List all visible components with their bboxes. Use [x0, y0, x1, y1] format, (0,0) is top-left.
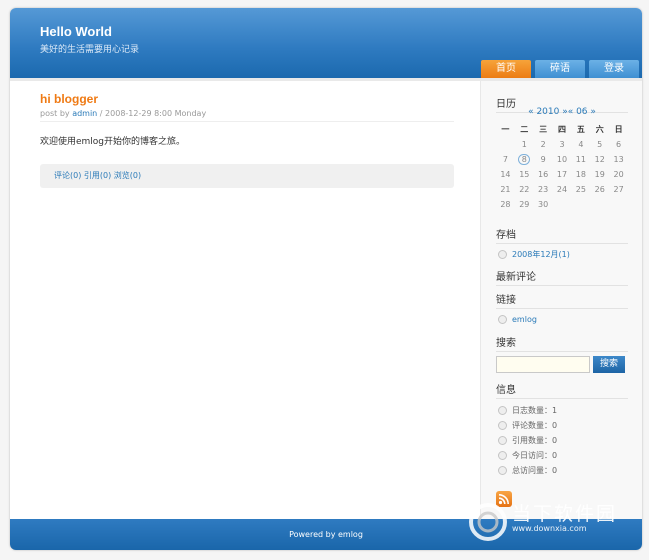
bullet-icon — [498, 406, 507, 415]
bullet-icon — [498, 436, 507, 445]
calendar-day: 29 — [519, 200, 530, 209]
bullet-icon — [498, 466, 507, 475]
calendar-day: 8 — [515, 152, 534, 167]
calendar-day: 25 — [575, 185, 586, 194]
info-item: 日志数量：1 — [498, 405, 557, 416]
calendar-day: 27 — [613, 185, 624, 194]
calendar-day: 2 — [540, 140, 546, 149]
links-title: 链接 — [496, 291, 628, 309]
calendar-grid: 一二三四五六日 1 2 3 4 5 6 7 8 9 10 11 12 13 14 15 16 17 18 19 20 21… — [496, 122, 628, 212]
calendar-weekday: 三 — [539, 125, 548, 134]
watermark-url: www.downxia.com — [512, 524, 587, 533]
archive-title: 存档 — [496, 226, 628, 244]
calendar-day: 28 — [500, 200, 511, 209]
search-input[interactable] — [496, 356, 590, 373]
watermark-logo-icon — [469, 503, 507, 541]
search-title: 搜索 — [496, 334, 628, 352]
footer-text: Powered by emlog — [289, 530, 363, 539]
views-link[interactable]: 浏览(0) — [114, 171, 141, 180]
calendar-day: 3 — [559, 140, 565, 149]
calendar-day: 16 — [538, 170, 549, 179]
post-title[interactable]: hi blogger — [40, 92, 454, 106]
calendar-day: 21 — [500, 185, 511, 194]
calendar-day — [496, 137, 515, 152]
post-meta-prefix: post by — [40, 109, 73, 118]
calendar-weekday: 日 — [614, 125, 623, 134]
info-item-label: 日志数量：1 — [512, 406, 558, 415]
info-item-label: 评论数量：0 — [512, 421, 558, 430]
calendar-day: 13 — [613, 155, 624, 164]
calendar-day: 9 — [540, 155, 546, 164]
site-header: Hello World 美好的生活需要用心记录 首页 碎语 登录 — [10, 8, 642, 80]
calendar-day: 14 — [500, 170, 511, 179]
calendar-weekday: 五 — [576, 125, 585, 134]
trackbacks-link[interactable]: 引用(0) — [84, 171, 111, 180]
post-meta-date: / 2008-12-29 8:00 Monday — [97, 109, 207, 118]
info-item: 今日访问：0 — [498, 450, 557, 461]
post-meta: post by admin / 2008-12-29 8:00 Monday — [40, 109, 454, 122]
calendar-day: 1 — [521, 140, 527, 149]
info-item-label: 总访问量：0 — [512, 466, 558, 475]
search-button[interactable]: 搜索 — [593, 356, 625, 373]
calendar-day: 26 — [594, 185, 605, 194]
calendar-day: 22 — [519, 185, 530, 194]
calendar-day — [609, 197, 628, 212]
bullet-icon — [498, 315, 507, 324]
nav-tab-login[interactable]: 登录 — [589, 60, 639, 78]
main-content: hi blogger post by admin / 2008-12-29 8:… — [40, 92, 454, 188]
sidebar: 日历 « 2010 »« 06 » 一二三四五六日 1 2 3 4 5 6 7 8 9 10 11 12… — [480, 81, 642, 519]
bullet-icon — [498, 451, 507, 460]
calendar-day: 6 — [616, 140, 622, 149]
post-body: 欢迎使用emlog开始你的博客之旅。 — [40, 137, 186, 147]
calendar-day: 7 — [502, 155, 508, 164]
calendar-day: 19 — [594, 170, 605, 179]
info-title: 信息 — [496, 381, 628, 399]
bullet-icon — [498, 250, 507, 259]
calendar-day: 12 — [594, 155, 605, 164]
calendar-day: 30 — [538, 200, 549, 209]
calendar-today: 8 — [518, 154, 531, 165]
info-item-label: 引用数量：0 — [512, 436, 558, 445]
watermark: 当下软件园 www.downxia.com — [468, 498, 638, 546]
calendar-weekday: 四 — [558, 125, 566, 134]
calendar-day — [553, 197, 572, 212]
calendar-day: 18 — [575, 170, 586, 179]
calendar-day: 17 — [556, 170, 568, 179]
info-item: 评论数量：0 — [498, 420, 557, 431]
page-frame: Hello World 美好的生活需要用心记录 首页 碎语 登录 hi blog… — [10, 8, 642, 550]
info-item-label: 今日访问：0 — [512, 451, 558, 460]
calendar-weekday: 一 — [501, 125, 510, 134]
calendar-day: 5 — [597, 140, 603, 149]
link-item[interactable]: emlog — [498, 315, 537, 324]
archive-item[interactable]: 2008年12月(1) — [498, 249, 570, 260]
recent-comments-title: 最新评论 — [496, 268, 628, 286]
watermark-brand: 当下软件园 — [512, 503, 618, 525]
calendar-weekday: 二 — [520, 125, 529, 134]
calendar-day — [590, 197, 609, 212]
calendar-day: 24 — [556, 185, 568, 194]
calendar-weekday: 六 — [595, 125, 604, 134]
archive-item-label: 2008年12月(1) — [512, 250, 570, 259]
site-title[interactable]: Hello World — [40, 24, 112, 39]
link-item-label: emlog — [512, 315, 537, 324]
nav-tab-twitter[interactable]: 碎语 — [535, 60, 585, 78]
calendar-day: 23 — [538, 185, 549, 194]
bullet-icon — [498, 421, 507, 430]
post-author-link[interactable]: admin — [72, 109, 97, 118]
site-subtitle: 美好的生活需要用心记录 — [40, 45, 140, 55]
calendar-day: 15 — [519, 170, 530, 179]
calendar-day: 11 — [575, 155, 586, 164]
info-item: 引用数量：0 — [498, 435, 557, 446]
calendar-day: 10 — [556, 155, 568, 164]
post-footer: 评论(0) 引用(0) 浏览(0) — [40, 164, 454, 188]
calendar-day — [571, 197, 590, 212]
calendar-day: 4 — [578, 140, 584, 149]
comments-link[interactable]: 评论(0) — [54, 171, 81, 180]
nav-tab-home[interactable]: 首页 — [481, 60, 531, 78]
calendar-day: 20 — [613, 170, 624, 179]
calendar-nav[interactable]: « 2010 »« 06 » — [496, 107, 628, 117]
info-item: 总访问量：0 — [498, 465, 557, 476]
